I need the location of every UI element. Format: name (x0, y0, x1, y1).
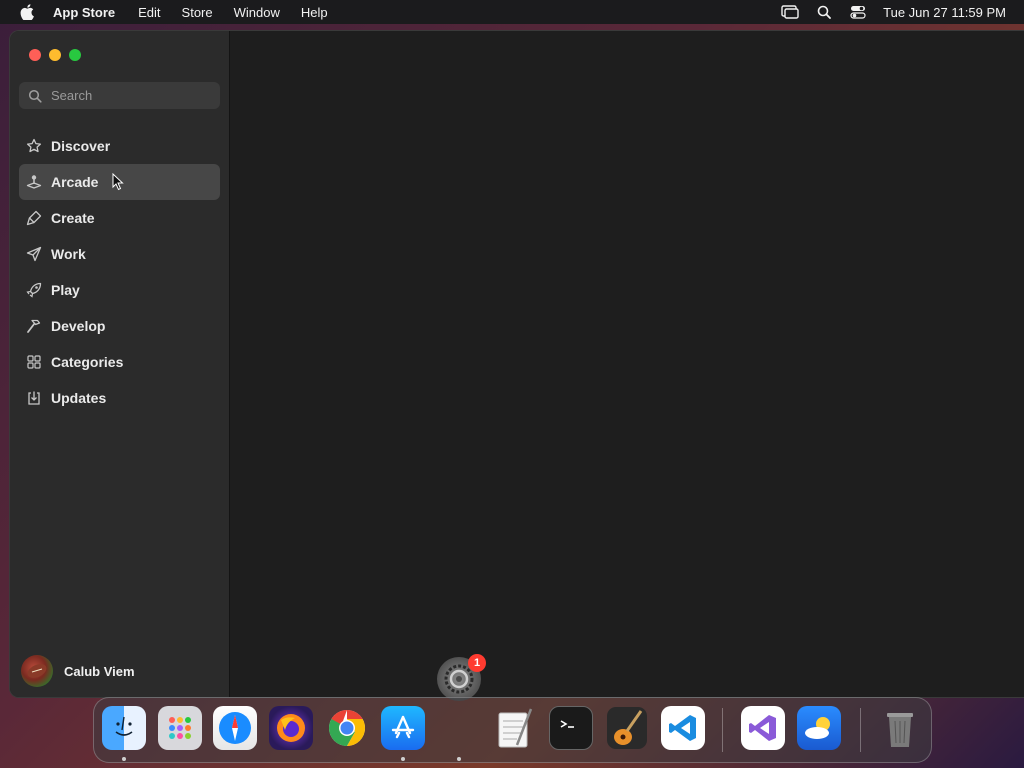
screen-mirroring-icon[interactable] (781, 5, 799, 19)
hammer-icon (25, 317, 43, 335)
sidebar: Discover Arcade Create Work (10, 31, 230, 697)
minimize-window-button[interactable] (49, 49, 61, 61)
sidebar-item-label: Discover (51, 138, 111, 154)
dock-separator (722, 708, 723, 752)
spotlight-search-icon[interactable] (815, 5, 833, 19)
sidebar-item-label: Categories (51, 354, 124, 370)
chrome-icon[interactable] (325, 706, 369, 750)
sidebar-item-develop[interactable]: Develop (19, 308, 220, 344)
menu-bar-status: Tue Jun 27 11:59 PM (765, 0, 1006, 24)
window-controls (29, 49, 89, 61)
paper-plane-icon (25, 245, 43, 263)
search-input[interactable] (51, 88, 201, 103)
dock-separator (860, 708, 861, 752)
grid-icon (25, 353, 43, 371)
safari-icon[interactable] (213, 706, 257, 750)
download-icon (25, 389, 43, 407)
menu-help[interactable]: Help (301, 5, 328, 20)
sidebar-item-create[interactable]: Create (19, 200, 220, 236)
sidebar-item-play[interactable]: Play (19, 272, 220, 308)
user-name: Calub Viem (64, 663, 135, 679)
running-indicator (457, 757, 461, 761)
zoom-window-button[interactable] (69, 49, 81, 61)
app-store-window: Discover Arcade Create Work (9, 30, 1024, 698)
notification-badge: 1 (468, 654, 486, 672)
sidebar-item-label: Play (51, 282, 80, 298)
avatar (21, 655, 53, 687)
vscode-icon[interactable] (661, 706, 705, 750)
mouse-cursor-icon (112, 172, 124, 196)
garageband-icon[interactable] (605, 706, 649, 750)
control-center-icon[interactable] (849, 5, 867, 19)
app-store-icon[interactable] (381, 706, 425, 750)
rocket-icon (25, 281, 43, 299)
sidebar-nav: Discover Arcade Create Work Play Develop… (19, 128, 220, 416)
terminal-icon[interactable] (549, 706, 593, 750)
sidebar-item-categories[interactable]: Categories (19, 344, 220, 380)
star-icon (25, 137, 43, 155)
sidebar-item-label: Work (51, 246, 86, 262)
sidebar-item-discover[interactable]: Discover (19, 128, 220, 164)
sidebar-item-updates[interactable]: Updates (19, 380, 220, 416)
sidebar-item-label: Updates (51, 390, 107, 406)
sidebar-item-work[interactable]: Work (19, 236, 220, 272)
running-indicator (401, 757, 405, 761)
menu-edit[interactable]: Edit (138, 5, 160, 20)
search-field[interactable] (19, 82, 220, 109)
firefox-icon[interactable] (269, 706, 313, 750)
weather-icon[interactable] (797, 706, 841, 750)
sidebar-item-label: Arcade (51, 174, 99, 190)
sidebar-item-label: Create (51, 210, 95, 226)
joystick-icon (25, 173, 43, 191)
dock (93, 697, 932, 763)
finder-icon[interactable] (102, 706, 146, 750)
brush-icon (25, 209, 43, 227)
trash-icon[interactable] (878, 706, 922, 750)
sidebar-item-label: Develop (51, 318, 106, 334)
textedit-icon[interactable] (493, 706, 537, 750)
launchpad-icon[interactable] (158, 706, 202, 750)
menu-bar-clock[interactable]: Tue Jun 27 11:59 PM (883, 5, 1006, 20)
menu-app-name[interactable]: App Store (53, 5, 115, 20)
visual-studio-icon[interactable] (741, 706, 785, 750)
menu-window[interactable]: Window (234, 5, 280, 20)
menu-bar: App Store Edit Store Window Help Tue Jun… (0, 0, 1024, 24)
account-button[interactable]: Calub Viem (21, 655, 135, 687)
search-icon (28, 89, 42, 103)
running-indicator (122, 757, 126, 761)
menu-store[interactable]: Store (182, 5, 213, 20)
main-content-area (230, 31, 1024, 697)
apple-menu-icon[interactable] (19, 4, 35, 20)
close-window-button[interactable] (29, 49, 41, 61)
